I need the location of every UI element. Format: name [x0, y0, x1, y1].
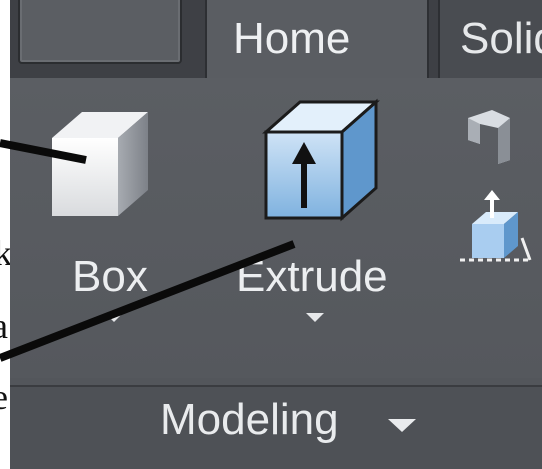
extrude-dropdown-icon[interactable]: [306, 313, 324, 322]
extrude-label: Extrude: [236, 252, 388, 301]
margin-text-2: a: [0, 305, 8, 347]
margin-text-3: e: [0, 376, 8, 418]
tab-home[interactable]: Home: [205, 0, 429, 78]
extrude-icon: [262, 98, 380, 222]
ribbon-tab-strip: Home Solid: [10, 0, 542, 78]
ribbon: Home Solid Box: [10, 0, 542, 469]
box-dropdown-icon[interactable]: [105, 313, 123, 322]
tab-solid[interactable]: Solid: [438, 0, 542, 78]
polysolid-icon[interactable]: [462, 104, 516, 166]
box-icon: [52, 112, 148, 216]
tab-solid-label: Solid: [460, 14, 542, 63]
modeling-panel-title[interactable]: Modeling: [160, 395, 339, 445]
application-menu-button[interactable]: [18, 0, 182, 64]
presspull-icon[interactable]: [456, 190, 534, 266]
modeling-panel-dropdown-icon[interactable]: [388, 419, 416, 432]
tab-home-label: Home: [233, 14, 351, 63]
box-label: Box: [72, 252, 148, 301]
